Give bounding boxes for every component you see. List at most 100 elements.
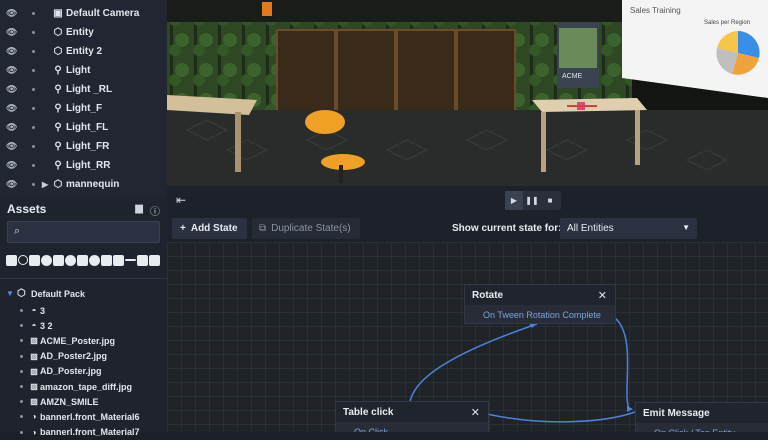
- exit-play-icon[interactable]: ⇤: [176, 193, 186, 207]
- hierarchy-item[interactable]: 👁 ⚲ Light_RR: [0, 156, 167, 175]
- eye-icon[interactable]: 👁: [6, 84, 17, 95]
- hierarchy-item-label: Light_F: [66, 103, 103, 114]
- tree-dot: [32, 145, 35, 148]
- hierarchy-item-label: Light_FR: [66, 141, 110, 152]
- filter-mesh-icon[interactable]: [29, 254, 40, 266]
- filter-material-icon[interactable]: [41, 254, 52, 266]
- hierarchy-item[interactable]: 👁 ⚲ Light_FR: [0, 137, 167, 156]
- asset-item[interactable]: ▨ AD_Poster.jpg: [0, 364, 167, 379]
- tree-dot: [32, 88, 35, 91]
- filter-sphere-icon[interactable]: [18, 255, 28, 265]
- hierarchy-item[interactable]: 👁 ⬡ Entity: [0, 23, 167, 42]
- filter-text-icon[interactable]: [113, 254, 124, 266]
- entity-icon: ⬡: [53, 27, 63, 38]
- scene-viewport[interactable]: Sales Training Sales per Region ACME: [167, 0, 768, 186]
- hierarchy-item[interactable]: 👁 ⬡ Entity 2: [0, 42, 167, 61]
- asset-item[interactable]: ◓ 3 2: [0, 318, 167, 333]
- light-icon: ⚲: [54, 103, 62, 114]
- search-icon: ⌕: [14, 225, 21, 237]
- camera-icon: ▣: [53, 8, 63, 19]
- entity-icon: ◓: [31, 306, 37, 315]
- image-icon: ▨: [30, 382, 38, 391]
- hierarchy-item[interactable]: 👁 ⚲ Light _RL: [0, 80, 167, 99]
- asset-item-label: AD_Poster2.jpg: [40, 351, 108, 362]
- node-table-click[interactable]: Table click ✕ On Click: [335, 401, 489, 432]
- assets-header-icons: ▆ ⓘ: [135, 203, 160, 218]
- link-table-to-emit: [486, 411, 636, 423]
- asset-item-label: bannerl.front_Material7: [40, 427, 140, 438]
- asset-item-label: ACME_Poster.jpg: [40, 335, 116, 346]
- hierarchy-item[interactable]: 👁 ▣ Default Camera: [0, 4, 167, 23]
- material-icon: ◑: [31, 412, 37, 422]
- filter-script-icon[interactable]: [101, 254, 112, 266]
- eye-icon[interactable]: 👁: [6, 160, 17, 171]
- link-rotate-to-emit: [614, 317, 630, 410]
- hierarchy-item-label: Entity 2: [66, 46, 103, 57]
- filter-line-icon[interactable]: [125, 259, 136, 261]
- folder-icon[interactable]: ▆: [135, 203, 143, 218]
- eye-icon[interactable]: 👁: [6, 46, 17, 57]
- tree-dot: [20, 369, 23, 373]
- play-button[interactable]: ▶: [505, 191, 523, 210]
- tree-dot: [20, 324, 23, 328]
- duplicate-state-button[interactable]: ⧉ Duplicate State(s): [252, 218, 360, 239]
- node-rotate[interactable]: Rotate ✕ On Tween Rotation Complete: [464, 284, 616, 324]
- entity-select-value: All Entities: [567, 223, 614, 234]
- asset-item-label: AMZN_SMILE: [40, 396, 99, 407]
- filter-image-icon[interactable]: [137, 254, 148, 266]
- hierarchy-item[interactable]: 👁 ⚲ Light: [0, 61, 167, 80]
- asset-item[interactable]: ▨ AD_Poster2.jpg: [0, 349, 167, 364]
- filter-animation-icon[interactable]: [53, 254, 64, 266]
- node-event[interactable]: On Click: [336, 422, 488, 432]
- help-icon[interactable]: ⓘ: [150, 203, 160, 218]
- image-icon: ▨: [30, 366, 38, 376]
- node-event[interactable]: On Click / Tap Entity: [636, 423, 768, 432]
- plus-icon: +: [180, 223, 186, 234]
- filter-grid-icon[interactable]: [149, 254, 160, 266]
- asset-item[interactable]: ◓ 3: [0, 303, 167, 318]
- light-icon: ⚲: [54, 160, 62, 171]
- chevron-right-icon[interactable]: ▶: [42, 180, 48, 189]
- asset-item-label: amazon_tape_diff.jpg: [40, 381, 133, 392]
- eye-icon[interactable]: 👁: [6, 8, 17, 19]
- tree-dot: [20, 309, 23, 312]
- state-graph-canvas[interactable]: Rotate ✕ On Tween Rotation Complete Tabl…: [167, 242, 768, 432]
- eye-icon[interactable]: 👁: [6, 27, 17, 38]
- hierarchy-item[interactable]: 👁 ⚲ Light_FL: [0, 118, 167, 137]
- close-icon[interactable]: ✕: [598, 289, 607, 302]
- asset-item[interactable]: ◑ bannerl.front_Material7: [0, 425, 167, 440]
- entity-select[interactable]: All Entities ▼: [560, 218, 697, 239]
- playback-controls: ▶ ❚❚ ■: [505, 191, 561, 210]
- asset-search-input[interactable]: [28, 223, 160, 241]
- filter-timer-icon[interactable]: [89, 254, 100, 266]
- node-event[interactable]: On Tween Rotation Complete: [465, 305, 615, 320]
- asset-item[interactable]: ◑ bannerl.front_Material6: [0, 409, 167, 424]
- asset-pack-row[interactable]: ▼ ⬡ Default Pack: [0, 286, 167, 301]
- stop-button[interactable]: ■: [541, 191, 559, 210]
- tree-dot: [32, 183, 35, 186]
- add-state-label: Add State: [190, 223, 238, 234]
- asset-item[interactable]: ▨ amazon_tape_diff.jpg: [0, 379, 167, 394]
- eye-icon[interactable]: 👁: [6, 141, 17, 152]
- chevron-down-icon[interactable]: ▼: [6, 289, 14, 298]
- asset-pack-label: Default Pack: [31, 288, 86, 299]
- asset-search-box[interactable]: ⌕: [7, 221, 160, 243]
- hierarchy-item[interactable]: 👁 ▶ ⬡ mannequin: [0, 175, 167, 194]
- pause-button[interactable]: ❚❚: [523, 191, 541, 210]
- eye-icon[interactable]: 👁: [6, 65, 17, 76]
- filter-entity-icon[interactable]: [6, 254, 17, 266]
- asset-item[interactable]: ▨ AMZN_SMILE: [0, 394, 167, 409]
- eye-icon[interactable]: 👁: [6, 179, 17, 190]
- filter-sound-icon[interactable]: [77, 254, 88, 266]
- add-state-button[interactable]: + Add State: [172, 218, 247, 239]
- filter-environment-icon[interactable]: [65, 254, 76, 266]
- hierarchy-item[interactable]: 👁 ⚲ Light_F: [0, 99, 167, 118]
- eye-icon[interactable]: 👁: [6, 103, 17, 114]
- asset-item-label: 3: [40, 305, 46, 316]
- close-icon[interactable]: ✕: [471, 406, 480, 419]
- asset-item[interactable]: ▨ ACME_Poster.jpg: [0, 333, 167, 348]
- chart-title: Sales per Region: [704, 20, 751, 26]
- eye-icon[interactable]: 👁: [6, 122, 17, 133]
- node-emit-message[interactable]: Emit Message On Click / Tap Entity: [635, 402, 768, 432]
- tree-dot: [20, 385, 23, 388]
